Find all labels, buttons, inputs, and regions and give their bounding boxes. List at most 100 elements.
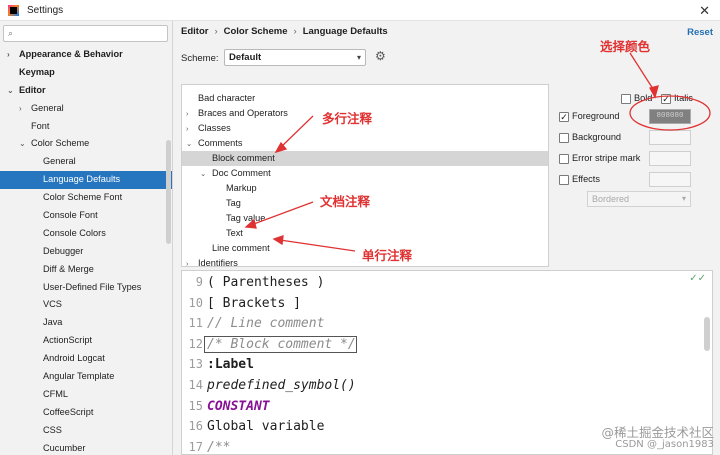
breadcrumb-item[interactable]: Color Scheme <box>224 26 288 37</box>
line-number: 17 <box>188 439 203 454</box>
sidebar-item-label: Angular Template <box>43 371 115 382</box>
breadcrumb-item[interactable]: Editor <box>181 26 208 37</box>
sidebar-item[interactable]: ActionScript <box>0 332 172 350</box>
italic-label: Italic <box>674 93 693 103</box>
foreground-label: Foreground <box>572 111 620 121</box>
code-text: Global variable <box>207 419 325 435</box>
sidebar-item-label: Console Colors <box>43 227 106 238</box>
sidebar-item[interactable]: Android Logcat <box>0 350 172 368</box>
scheme-value: Default <box>229 52 262 63</box>
element-tree-label: Braces and Operators <box>198 108 288 118</box>
element-tree-item[interactable]: Bad character <box>182 91 548 106</box>
effects-color-swatch[interactable] <box>649 172 691 187</box>
sidebar-item-label: Color Scheme <box>31 138 90 149</box>
element-tree-item[interactable]: Tag value <box>182 211 548 226</box>
sidebar-item[interactable]: Font <box>0 118 172 136</box>
sidebar-item[interactable]: Language Defaults <box>0 171 172 190</box>
element-tree-item[interactable]: Block comment <box>182 151 548 166</box>
check-icon: ✓✓ <box>689 273 706 284</box>
error-stripe-color-swatch[interactable] <box>649 151 691 166</box>
element-tree-label: Block comment <box>212 153 275 163</box>
sidebar-item[interactable]: ⌄ Editor <box>0 82 172 100</box>
background-color-swatch[interactable] <box>649 130 691 145</box>
error-stripe-checkbox[interactable] <box>559 154 569 164</box>
background-checkbox[interactable] <box>559 133 569 143</box>
search-input[interactable] <box>16 28 157 39</box>
settings-search[interactable]: ⌕ <box>3 25 168 42</box>
sidebar-item[interactable]: User-Defined File Types <box>0 279 172 297</box>
reset-link[interactable]: Reset <box>687 27 713 38</box>
sidebar-item-label: Appearance & Behavior <box>19 49 123 59</box>
sidebar-item[interactable]: Console Colors <box>0 225 172 243</box>
sidebar-item-label: General <box>31 102 64 113</box>
sidebar-item[interactable]: CFML <box>0 386 172 404</box>
bold-label: Bold <box>634 93 653 103</box>
sidebar-scrollbar[interactable] <box>166 140 171 244</box>
foreground-checkbox[interactable]: ✓ <box>559 112 569 122</box>
sidebar-item[interactable]: Debugger <box>0 243 172 261</box>
settings-sidebar: ⌕ › Appearance & Behavior Keymap ⌄ Editor › Ge… <box>0 21 173 455</box>
sidebar-item[interactable]: › General <box>0 100 172 118</box>
sidebar-item-label: General <box>43 156 76 167</box>
chevron-down-icon[interactable]: ⌄ <box>19 135 26 153</box>
effects-checkbox[interactable] <box>559 175 569 185</box>
breadcrumb-separator: › <box>214 26 218 37</box>
sidebar-item-label: Android Logcat <box>43 353 105 364</box>
sidebar-item[interactable]: Cucumber <box>0 440 172 455</box>
sidebar-item[interactable]: CoffeeScript <box>0 404 172 422</box>
sidebar-item[interactable]: Keymap <box>0 64 172 82</box>
element-tree-item[interactable]: ⌄ Comments <box>182 136 548 151</box>
annotation-multiline-comment: 多行注释 <box>322 111 373 126</box>
annotation-doc-comment: 文档注释 <box>320 194 371 209</box>
chevron-down-icon[interactable]: ⌄ <box>7 82 14 100</box>
sidebar-item[interactable]: VCS <box>0 296 172 314</box>
sidebar-item[interactable]: General <box>0 153 172 171</box>
breadcrumb-separator: › <box>293 26 297 37</box>
sidebar-item-label: Diff & Merge <box>43 263 94 274</box>
line-number: 15 <box>188 398 203 413</box>
foreground-color-swatch[interactable]: 808080 <box>649 109 691 124</box>
code-text: /* Block comment */ <box>204 335 357 353</box>
code-line: 13:Label <box>182 354 712 375</box>
chevron-right-icon[interactable]: › <box>186 106 189 121</box>
settings-content: Editor › Color Scheme › Language Defaults Re… <box>174 21 720 455</box>
sidebar-item[interactable]: ⌄ Color Scheme <box>0 135 172 153</box>
sidebar-item-label: Font <box>31 120 50 131</box>
element-tree-item[interactable]: Text <box>182 226 548 241</box>
annotation-choose-color: 选择颜色 <box>600 39 651 54</box>
italic-checkbox[interactable]: ✓ <box>661 94 671 104</box>
gear-icon[interactable]: ⚙ <box>375 49 386 63</box>
effects-label: Effects <box>572 174 600 184</box>
chevron-down-icon[interactable]: ⌄ <box>200 166 206 181</box>
scheme-dropdown[interactable]: Default ▾ <box>224 49 366 66</box>
preview-scrollbar[interactable] <box>704 317 710 351</box>
sidebar-item-label: CFML <box>43 388 69 399</box>
sidebar-item[interactable]: Color Scheme Font <box>0 189 172 207</box>
chevron-right-icon[interactable]: › <box>186 121 189 136</box>
close-icon[interactable]: ✕ <box>699 3 710 19</box>
chevron-right-icon[interactable]: › <box>7 46 10 64</box>
error-stripe-label: Error stripe mark <box>572 153 641 163</box>
element-tree-label: Classes <box>198 123 231 133</box>
chevron-down-icon: ▾ <box>681 194 686 203</box>
breadcrumb-item[interactable]: Language Defaults <box>303 26 388 37</box>
effects-type-dropdown[interactable]: Bordered ▾ <box>587 191 691 207</box>
element-tree-label: Tag <box>226 198 241 208</box>
sidebar-item[interactable]: CSS <box>0 422 172 440</box>
sidebar-item[interactable]: Java <box>0 314 172 332</box>
sidebar-item[interactable]: Console Font <box>0 207 172 225</box>
chevron-right-icon[interactable]: › <box>19 100 22 118</box>
bold-checkbox[interactable] <box>621 94 631 104</box>
element-tree-label: Line comment <box>212 243 270 253</box>
element-tree-label: Text <box>226 228 243 238</box>
chevron-right-icon[interactable]: › <box>186 256 189 266</box>
sidebar-item[interactable]: Angular Template <box>0 368 172 386</box>
chevron-down-icon[interactable]: ⌄ <box>186 136 192 151</box>
sidebar-item[interactable]: › Appearance & Behavior <box>0 46 172 64</box>
element-tree-item[interactable]: ⌄ Doc Comment <box>182 166 548 181</box>
annotation-single-line-comment: 单行注释 <box>362 248 413 263</box>
intellij-app-icon <box>8 4 19 16</box>
sidebar-item-label: ActionScript <box>43 335 93 346</box>
sidebar-item[interactable]: Diff & Merge <box>0 261 172 279</box>
sidebar-item-label: Console Font <box>43 210 98 221</box>
